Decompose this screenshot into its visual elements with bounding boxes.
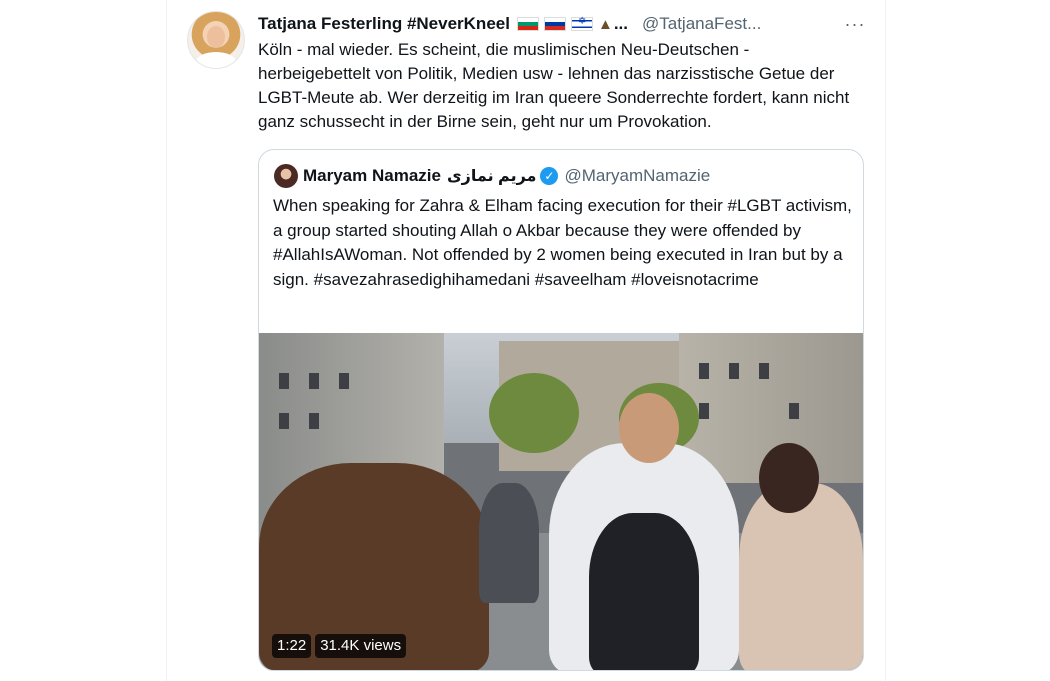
video-badges: 1:22 31.4K views: [272, 634, 407, 658]
video-scene-person: [589, 513, 699, 670]
more-options-icon[interactable]: ···: [843, 12, 867, 36]
video-scene-window: [789, 403, 799, 419]
video-scene-person: [759, 443, 819, 513]
author-avatar[interactable]: [187, 11, 245, 69]
quoted-tweet-text: When speaking for Zahra & Elham facing e…: [273, 196, 852, 289]
video-scene-window: [729, 363, 739, 379]
video-scene-window: [759, 363, 769, 379]
volcano-icon: ▲: [597, 15, 613, 33]
video-scene-window: [309, 413, 319, 429]
author-name[interactable]: Tatjana Festerling #NeverKneel: [258, 14, 510, 34]
verified-badge-icon: ✓: [540, 167, 559, 185]
avatar-shirt: [196, 52, 236, 68]
video-scene-tree: [489, 373, 579, 453]
quoted-tweet[interactable]: Maryam Namazie مریم نمازی ✓ @MaryamNamaz…: [258, 149, 864, 671]
quoted-author-name-arabic: مریم نمازی: [446, 168, 537, 185]
video-scene-window: [279, 413, 289, 429]
video-scene-person: [479, 483, 539, 603]
tweet-text: Köln - mal wieder. Es scheint, die musli…: [258, 40, 850, 131]
russia-flag-icon: [543, 17, 566, 31]
israel-flag-icon: [570, 16, 593, 31]
quoted-author-handle[interactable]: @MaryamNamazie: [564, 166, 710, 186]
video-duration: 1:22: [272, 634, 312, 658]
author-handle[interactable]: @TatjanaFest...: [642, 14, 761, 34]
video-scene-person: [739, 483, 863, 670]
avatar-face: [207, 26, 225, 48]
quoted-author-name[interactable]: Maryam Namazie: [303, 166, 441, 186]
video-scene-window: [339, 373, 349, 389]
quoted-tweet-header: Maryam Namazie مریم نمازی ✓ @MaryamNamaz…: [303, 164, 710, 188]
timeline-column: Tatjana Festerling #NeverKneel ▲ ... @Ta…: [166, 0, 886, 681]
video-scene-window: [699, 403, 709, 419]
video-scene-window: [279, 373, 289, 389]
quoted-author-avatar[interactable]: [274, 164, 298, 188]
name-truncation: ...: [613, 14, 628, 33]
author-flags: ▲: [516, 15, 613, 33]
video-player[interactable]: 1:22 31.4K views: [259, 333, 863, 670]
bulgaria-flag-icon: [516, 17, 539, 31]
video-scene-window: [699, 363, 709, 379]
video-scene-person: [619, 393, 679, 463]
video-scene-window: [309, 373, 319, 389]
video-view-count: 31.4K views: [315, 634, 407, 658]
tweet-header: Tatjana Festerling #NeverKneel ▲ ... @Ta…: [258, 12, 788, 36]
